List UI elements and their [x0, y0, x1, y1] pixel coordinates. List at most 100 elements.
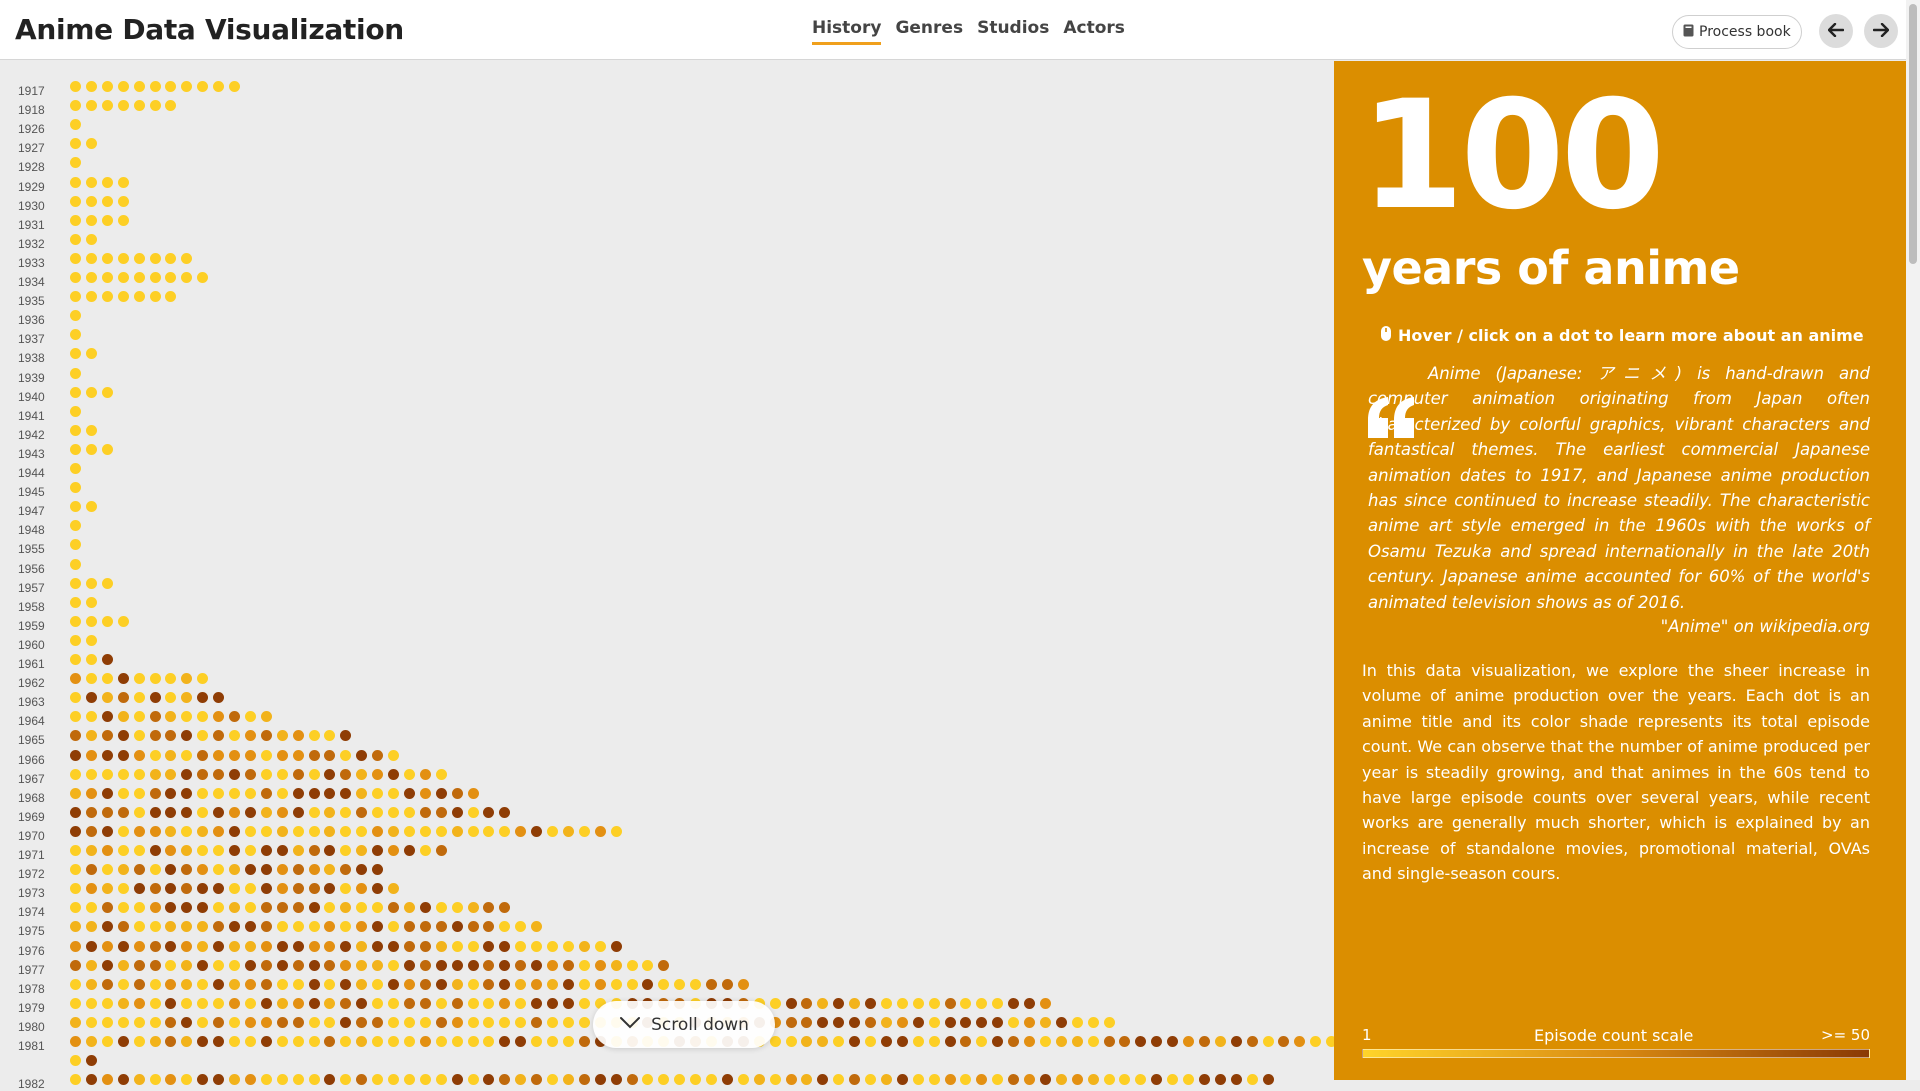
anime-dot[interactable] — [197, 883, 209, 895]
anime-dot[interactable] — [117, 252, 129, 264]
anime-dot[interactable] — [85, 100, 97, 112]
anime-dot[interactable] — [260, 864, 272, 876]
anime-dot[interactable] — [197, 768, 209, 780]
anime-dot[interactable] — [1167, 1036, 1179, 1047]
anime-dot[interactable] — [149, 291, 161, 303]
anime-dot[interactable] — [197, 845, 209, 856]
anime-dot[interactable] — [133, 749, 145, 761]
anime-dot[interactable] — [165, 940, 177, 952]
anime-dot[interactable] — [101, 845, 113, 856]
anime-dot[interactable] — [101, 959, 113, 971]
anime-dot[interactable] — [117, 615, 129, 627]
anime-dot[interactable] — [642, 978, 654, 990]
anime-dot[interactable] — [133, 711, 145, 723]
anime-dot[interactable] — [117, 959, 129, 971]
anime-dot[interactable] — [308, 1016, 320, 1028]
anime-dot[interactable] — [101, 864, 113, 876]
anime-dot[interactable] — [1262, 1036, 1274, 1047]
process-book-button[interactable]: Process book — [1672, 15, 1802, 49]
anime-dot[interactable] — [197, 272, 209, 283]
anime-dot[interactable] — [117, 730, 129, 742]
anime-dot[interactable] — [610, 825, 622, 837]
anime-dot[interactable] — [483, 825, 495, 837]
anime-dot[interactable] — [1214, 1036, 1226, 1047]
anime-dot[interactable] — [451, 959, 463, 971]
anime-dot[interactable] — [483, 806, 495, 818]
anime-dot[interactable] — [213, 806, 225, 818]
anime-dot[interactable] — [133, 673, 145, 685]
anime-dot[interactable] — [388, 1016, 399, 1028]
anime-dot[interactable] — [101, 883, 113, 895]
anime-dot[interactable] — [308, 825, 320, 837]
anime-dot[interactable] — [308, 940, 320, 952]
anime-dot[interactable] — [70, 902, 81, 914]
anime-dot[interactable] — [101, 730, 113, 742]
anime-dot[interactable] — [499, 1036, 511, 1047]
anime-dot[interactable] — [260, 921, 272, 933]
anime-dot[interactable] — [324, 768, 336, 780]
anime-dot[interactable] — [70, 310, 81, 322]
anime-dot[interactable] — [101, 787, 113, 799]
anime-dot[interactable] — [181, 673, 193, 685]
anime-dot[interactable] — [165, 864, 177, 876]
anime-dot[interactable] — [912, 1016, 924, 1028]
anime-dot[interactable] — [197, 806, 209, 818]
anime-dot[interactable] — [165, 978, 177, 990]
anime-dot[interactable] — [70, 386, 81, 398]
anime-dot[interactable] — [85, 233, 97, 245]
anime-dot[interactable] — [292, 883, 304, 895]
anime-dot[interactable] — [340, 1016, 352, 1028]
anime-dot[interactable] — [292, 1036, 304, 1047]
anime-dot[interactable] — [435, 902, 447, 914]
anime-dot[interactable] — [70, 883, 81, 895]
anime-dot[interactable] — [197, 673, 209, 685]
anime-dot[interactable] — [85, 1055, 97, 1067]
anime-dot[interactable] — [912, 1036, 924, 1047]
anime-dot[interactable] — [70, 806, 81, 818]
anime-dot[interactable] — [133, 806, 145, 818]
anime-dot[interactable] — [515, 978, 527, 990]
anime-dot[interactable] — [1230, 1036, 1242, 1047]
anime-dot[interactable] — [340, 940, 352, 952]
anime-dot[interactable] — [276, 749, 288, 761]
anime-dot[interactable] — [181, 902, 193, 914]
anime-dot[interactable] — [531, 959, 543, 971]
anime-dot[interactable] — [213, 730, 225, 742]
anime-dot[interactable] — [833, 1036, 845, 1047]
anime-dot[interactable] — [117, 176, 129, 188]
anime-dot[interactable] — [1119, 1036, 1131, 1047]
anime-dot[interactable] — [388, 806, 399, 818]
anime-dot[interactable] — [85, 902, 97, 914]
anime-dot[interactable] — [165, 711, 177, 723]
anime-dot[interactable] — [244, 845, 256, 856]
anime-dot[interactable] — [244, 1036, 256, 1047]
anime-dot[interactable] — [244, 864, 256, 876]
anime-dot[interactable] — [483, 959, 495, 971]
anime-dot[interactable] — [547, 940, 558, 952]
anime-dot[interactable] — [515, 1036, 527, 1047]
anime-dot[interactable] — [260, 749, 272, 761]
anime-dot[interactable] — [403, 1036, 415, 1047]
anime-dot[interactable] — [928, 1036, 940, 1047]
anime-dot[interactable] — [419, 959, 431, 971]
anime-dot[interactable] — [149, 883, 161, 895]
anime-dot[interactable] — [149, 864, 161, 876]
anime-dot[interactable] — [149, 787, 161, 799]
anime-dot[interactable] — [70, 711, 81, 723]
anime-dot[interactable] — [372, 1036, 384, 1047]
anime-dot[interactable] — [547, 825, 558, 837]
anime-dot[interactable] — [181, 692, 193, 704]
anime-dot[interactable] — [610, 940, 622, 952]
anime-dot[interactable] — [165, 787, 177, 799]
anime-dot[interactable] — [70, 176, 81, 188]
anime-dot[interactable] — [515, 940, 527, 952]
anime-dot[interactable] — [85, 348, 97, 360]
anime-dot[interactable] — [451, 825, 463, 837]
anime-dot[interactable] — [133, 940, 145, 952]
anime-dot[interactable] — [483, 1016, 495, 1028]
anime-dot[interactable] — [308, 730, 320, 742]
anime-dot[interactable] — [276, 883, 288, 895]
anime-dot[interactable] — [70, 596, 81, 608]
anime-dot[interactable] — [70, 730, 81, 742]
anime-dot[interactable] — [101, 252, 113, 264]
